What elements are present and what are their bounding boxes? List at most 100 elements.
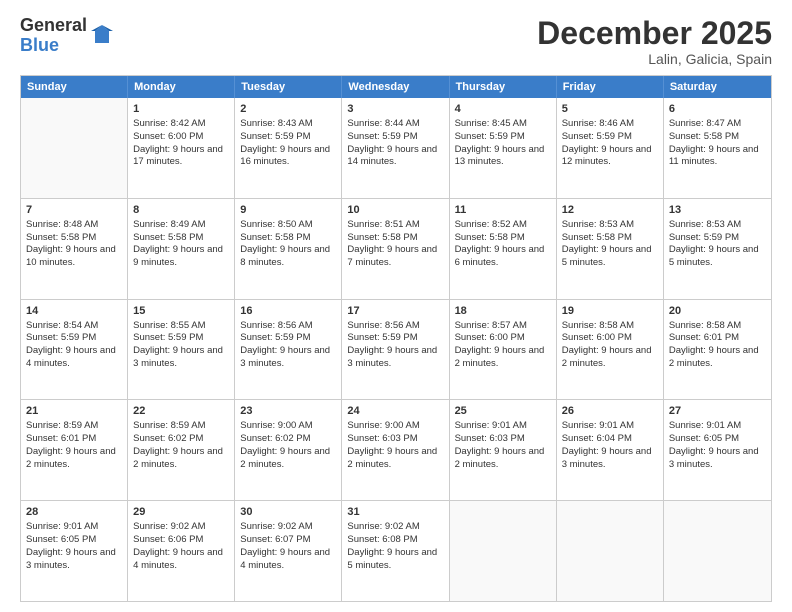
calendar-cell: 2 Sunrise: 8:43 AMSunset: 5:59 PMDayligh… (235, 98, 342, 198)
calendar-cell: 10 Sunrise: 8:51 AMSunset: 5:58 PMDaylig… (342, 199, 449, 299)
calendar-cell: 1 Sunrise: 8:42 AMSunset: 6:00 PMDayligh… (128, 98, 235, 198)
calendar-cell: 31 Sunrise: 9:02 AMSunset: 6:08 PMDaylig… (342, 501, 449, 601)
calendar-row: 1 Sunrise: 8:42 AMSunset: 6:00 PMDayligh… (21, 98, 771, 199)
calendar-cell: 27 Sunrise: 9:01 AMSunset: 6:05 PMDaylig… (664, 400, 771, 500)
day-number: 8 (133, 203, 229, 218)
day-number: 19 (562, 304, 658, 319)
cell-info: Sunrise: 9:01 AMSunset: 6:05 PMDaylight:… (669, 420, 759, 469)
calendar-cell: 6 Sunrise: 8:47 AMSunset: 5:58 PMDayligh… (664, 98, 771, 198)
day-number: 1 (133, 102, 229, 117)
day-number: 26 (562, 404, 658, 419)
day-number: 24 (347, 404, 443, 419)
calendar: SundayMondayTuesdayWednesdayThursdayFrid… (20, 75, 772, 602)
calendar-row: 28 Sunrise: 9:01 AMSunset: 6:05 PMDaylig… (21, 501, 771, 601)
logo: General Blue (20, 16, 113, 56)
header-day: Friday (557, 76, 664, 98)
calendar-cell: 11 Sunrise: 8:52 AMSunset: 5:58 PMDaylig… (450, 199, 557, 299)
month-title: December 2025 (537, 16, 772, 51)
calendar-header: SundayMondayTuesdayWednesdayThursdayFrid… (21, 76, 771, 98)
header-day: Thursday (450, 76, 557, 98)
cell-info: Sunrise: 8:43 AMSunset: 5:59 PMDaylight:… (240, 118, 330, 167)
cell-info: Sunrise: 8:58 AMSunset: 6:01 PMDaylight:… (669, 320, 759, 369)
cell-info: Sunrise: 8:56 AMSunset: 5:59 PMDaylight:… (240, 320, 330, 369)
calendar-cell: 26 Sunrise: 9:01 AMSunset: 6:04 PMDaylig… (557, 400, 664, 500)
calendar-cell: 5 Sunrise: 8:46 AMSunset: 5:59 PMDayligh… (557, 98, 664, 198)
cell-info: Sunrise: 8:53 AMSunset: 5:59 PMDaylight:… (669, 219, 759, 268)
cell-info: Sunrise: 9:02 AMSunset: 6:07 PMDaylight:… (240, 521, 330, 570)
cell-info: Sunrise: 8:54 AMSunset: 5:59 PMDaylight:… (26, 320, 116, 369)
day-number: 16 (240, 304, 336, 319)
calendar-body: 1 Sunrise: 8:42 AMSunset: 6:00 PMDayligh… (21, 98, 771, 601)
day-number: 4 (455, 102, 551, 117)
calendar-cell: 21 Sunrise: 8:59 AMSunset: 6:01 PMDaylig… (21, 400, 128, 500)
cell-info: Sunrise: 8:56 AMSunset: 5:59 PMDaylight:… (347, 320, 437, 369)
header-day: Tuesday (235, 76, 342, 98)
logo-general: General (20, 16, 87, 36)
day-number: 2 (240, 102, 336, 117)
day-number: 15 (133, 304, 229, 319)
day-number: 28 (26, 505, 122, 520)
calendar-cell: 7 Sunrise: 8:48 AMSunset: 5:58 PMDayligh… (21, 199, 128, 299)
cell-info: Sunrise: 9:00 AMSunset: 6:02 PMDaylight:… (240, 420, 330, 469)
calendar-cell (21, 98, 128, 198)
day-number: 22 (133, 404, 229, 419)
cell-info: Sunrise: 9:00 AMSunset: 6:03 PMDaylight:… (347, 420, 437, 469)
calendar-cell: 23 Sunrise: 9:00 AMSunset: 6:02 PMDaylig… (235, 400, 342, 500)
header-day: Wednesday (342, 76, 449, 98)
cell-info: Sunrise: 9:02 AMSunset: 6:08 PMDaylight:… (347, 521, 437, 570)
logo-text: General Blue (20, 16, 87, 56)
calendar-cell: 4 Sunrise: 8:45 AMSunset: 5:59 PMDayligh… (450, 98, 557, 198)
header: General Blue December 2025 Lalin, Galici… (20, 16, 772, 67)
cell-info: Sunrise: 8:49 AMSunset: 5:58 PMDaylight:… (133, 219, 223, 268)
day-number: 13 (669, 203, 766, 218)
cell-info: Sunrise: 8:58 AMSunset: 6:00 PMDaylight:… (562, 320, 652, 369)
page: General Blue December 2025 Lalin, Galici… (0, 0, 792, 612)
cell-info: Sunrise: 8:53 AMSunset: 5:58 PMDaylight:… (562, 219, 652, 268)
day-number: 17 (347, 304, 443, 319)
location: Lalin, Galicia, Spain (537, 51, 772, 67)
calendar-cell: 17 Sunrise: 8:56 AMSunset: 5:59 PMDaylig… (342, 300, 449, 400)
calendar-cell: 25 Sunrise: 9:01 AMSunset: 6:03 PMDaylig… (450, 400, 557, 500)
calendar-row: 14 Sunrise: 8:54 AMSunset: 5:59 PMDaylig… (21, 300, 771, 401)
calendar-cell: 15 Sunrise: 8:55 AMSunset: 5:59 PMDaylig… (128, 300, 235, 400)
cell-info: Sunrise: 9:01 AMSunset: 6:05 PMDaylight:… (26, 521, 116, 570)
calendar-row: 21 Sunrise: 8:59 AMSunset: 6:01 PMDaylig… (21, 400, 771, 501)
cell-info: Sunrise: 8:55 AMSunset: 5:59 PMDaylight:… (133, 320, 223, 369)
logo-blue: Blue (20, 36, 87, 56)
day-number: 10 (347, 203, 443, 218)
day-number: 29 (133, 505, 229, 520)
day-number: 20 (669, 304, 766, 319)
calendar-cell: 9 Sunrise: 8:50 AMSunset: 5:58 PMDayligh… (235, 199, 342, 299)
day-number: 21 (26, 404, 122, 419)
day-number: 27 (669, 404, 766, 419)
cell-info: Sunrise: 9:01 AMSunset: 6:03 PMDaylight:… (455, 420, 545, 469)
day-number: 31 (347, 505, 443, 520)
calendar-cell (450, 501, 557, 601)
calendar-cell: 3 Sunrise: 8:44 AMSunset: 5:59 PMDayligh… (342, 98, 449, 198)
calendar-cell: 18 Sunrise: 8:57 AMSunset: 6:00 PMDaylig… (450, 300, 557, 400)
day-number: 23 (240, 404, 336, 419)
cell-info: Sunrise: 8:51 AMSunset: 5:58 PMDaylight:… (347, 219, 437, 268)
calendar-cell: 24 Sunrise: 9:00 AMSunset: 6:03 PMDaylig… (342, 400, 449, 500)
calendar-cell: 29 Sunrise: 9:02 AMSunset: 6:06 PMDaylig… (128, 501, 235, 601)
calendar-cell: 13 Sunrise: 8:53 AMSunset: 5:59 PMDaylig… (664, 199, 771, 299)
cell-info: Sunrise: 8:59 AMSunset: 6:02 PMDaylight:… (133, 420, 223, 469)
calendar-cell (557, 501, 664, 601)
cell-info: Sunrise: 8:59 AMSunset: 6:01 PMDaylight:… (26, 420, 116, 469)
cell-info: Sunrise: 8:46 AMSunset: 5:59 PMDaylight:… (562, 118, 652, 167)
day-number: 30 (240, 505, 336, 520)
calendar-cell: 20 Sunrise: 8:58 AMSunset: 6:01 PMDaylig… (664, 300, 771, 400)
day-number: 9 (240, 203, 336, 218)
cell-info: Sunrise: 8:45 AMSunset: 5:59 PMDaylight:… (455, 118, 545, 167)
calendar-row: 7 Sunrise: 8:48 AMSunset: 5:58 PMDayligh… (21, 199, 771, 300)
cell-info: Sunrise: 9:01 AMSunset: 6:04 PMDaylight:… (562, 420, 652, 469)
title-block: December 2025 Lalin, Galicia, Spain (537, 16, 772, 67)
calendar-cell (664, 501, 771, 601)
cell-info: Sunrise: 8:47 AMSunset: 5:58 PMDaylight:… (669, 118, 759, 167)
calendar-cell: 14 Sunrise: 8:54 AMSunset: 5:59 PMDaylig… (21, 300, 128, 400)
calendar-cell: 19 Sunrise: 8:58 AMSunset: 6:00 PMDaylig… (557, 300, 664, 400)
cell-info: Sunrise: 8:57 AMSunset: 6:00 PMDaylight:… (455, 320, 545, 369)
calendar-cell: 28 Sunrise: 9:01 AMSunset: 6:05 PMDaylig… (21, 501, 128, 601)
calendar-cell: 22 Sunrise: 8:59 AMSunset: 6:02 PMDaylig… (128, 400, 235, 500)
cell-info: Sunrise: 8:50 AMSunset: 5:58 PMDaylight:… (240, 219, 330, 268)
